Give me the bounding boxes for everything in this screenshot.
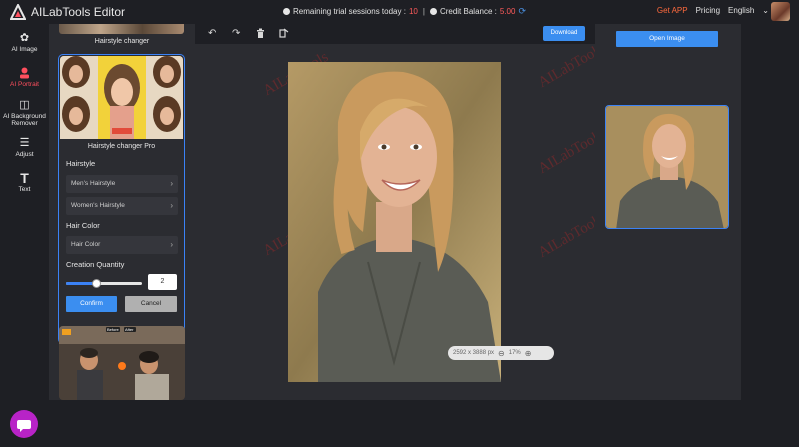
credit-label: Credit Balance :: [439, 7, 497, 16]
womens-hairstyle-select[interactable]: Women's Hairstyle ›: [66, 197, 178, 215]
watermark-text: AILabTools: [535, 211, 595, 262]
rail-item-adjust[interactable]: ☰ Adjust: [0, 137, 49, 158]
tool-rail: ✿ AI Image AI Portrait ◫ AI Background R…: [0, 24, 49, 447]
feature-panel: Hairstyle changer Hairstyle changer Pro …: [49, 24, 195, 400]
trash-icon[interactable]: [256, 28, 265, 41]
hairstyle-section-title: Hairstyle: [66, 159, 96, 168]
rail-item-label: AI Portrait: [10, 81, 39, 88]
logo[interactable]: AILabTools Editor: [10, 4, 125, 20]
editor-canvas: AILabTools AILabTools AILabTools AILabTo…: [195, 44, 595, 400]
before-after-image: [59, 326, 185, 400]
language-select[interactable]: English: [728, 6, 754, 15]
portrait-image: [288, 62, 501, 382]
avatar[interactable]: [771, 2, 790, 21]
cancel-button[interactable]: Cancel: [125, 296, 177, 312]
rail-item-label: AI Image: [11, 46, 38, 53]
logo-icon: [10, 4, 26, 20]
rail-item-text[interactable]: T Text: [0, 170, 49, 193]
before-after-card[interactable]: Before After: [59, 326, 185, 400]
hairstyle-changer-label: Hairstyle changer: [94, 38, 150, 45]
download-button[interactable]: Download: [543, 26, 585, 41]
open-image-button[interactable]: Open Image: [616, 31, 718, 47]
sessions-value: 10: [408, 7, 418, 16]
quantity-slider-handle[interactable]: [91, 279, 101, 288]
top-nav: Get APP Pricing English ⌄: [657, 6, 769, 15]
clear-icon[interactable]: [279, 28, 289, 41]
zoom-out-icon[interactable]: ⊖: [498, 349, 505, 358]
text-icon: T: [20, 170, 29, 186]
before-tag: Before: [107, 327, 119, 332]
hairstyle-collage-image: [60, 56, 183, 139]
quantity-section-title: Creation Quantity: [66, 260, 125, 269]
info-icon: [283, 8, 290, 15]
chevron-right-icon: ›: [170, 201, 173, 210]
hairstyle-pro-card: Hairstyle changer Pro Hairstyle Men's Ha…: [58, 54, 185, 344]
hairstyle-changer-card[interactable]: [59, 24, 184, 34]
editor-toolbar: ↶ ↷: [195, 24, 595, 44]
result-thumbnail[interactable]: [605, 105, 729, 229]
adjust-icon: ☰: [19, 137, 30, 149]
quantity-slider[interactable]: [66, 279, 142, 288]
zoom-bar: 2592 x 3888 px ⊖ 17% ⊕: [448, 346, 554, 360]
rail-item-label: AI Background Remover: [3, 113, 46, 127]
portrait-photo[interactable]: [288, 62, 501, 382]
mens-hairstyle-label: Men's Hairstyle: [71, 180, 116, 187]
zoom-in-icon[interactable]: ⊕: [525, 349, 532, 358]
zoom-level: 17%: [508, 350, 521, 356]
ai-image-icon: ✿: [19, 32, 30, 44]
after-tag: After: [125, 327, 134, 332]
portrait-icon: [0, 67, 49, 79]
info-icon: [429, 8, 437, 15]
undo-icon[interactable]: ↶: [208, 28, 216, 39]
pricing-link[interactable]: Pricing: [696, 6, 720, 15]
credit-value: 5.00: [499, 7, 516, 16]
image-size-label: 2592 x 3888 px: [453, 350, 495, 356]
result-preview-image: [606, 106, 728, 228]
rail-item-label: Adjust: [15, 151, 34, 158]
rail-item-ai-image[interactable]: ✿ AI Image: [0, 32, 49, 53]
quantity-input[interactable]: 2: [148, 274, 177, 290]
rail-item-label: Text: [18, 186, 31, 193]
hair-color-label: Hair Color: [71, 241, 101, 248]
womens-hairstyle-label: Women's Hairstyle: [71, 202, 125, 209]
hair-color-select[interactable]: Hair Color ›: [66, 236, 178, 254]
confirm-button[interactable]: Confirm: [66, 296, 117, 312]
watermark-text: AILabTools: [535, 127, 595, 178]
chevron-down-icon[interactable]: ⌄: [762, 6, 769, 15]
background-remover-icon: ◫: [19, 99, 30, 111]
redo-icon[interactable]: ↷: [232, 28, 240, 39]
refresh-icon[interactable]: ⟳: [518, 6, 526, 17]
app-title: AILabTools Editor: [31, 5, 126, 19]
mens-hairstyle-select[interactable]: Men's Hairstyle ›: [66, 175, 178, 193]
hairstyle-pro-thumbnail[interactable]: [60, 56, 183, 139]
hair-color-section-title: Hair Color: [66, 221, 100, 230]
top-bar: AILabTools Editor Remaining trial sessio…: [0, 0, 799, 24]
watermark-text: AILabTools: [535, 44, 595, 92]
chat-icon: [17, 420, 31, 432]
chevron-right-icon: ›: [170, 240, 173, 249]
hairstyle-pro-label: Hairstyle changer Pro: [87, 143, 156, 150]
trial-status: Remaining trial sessions today : 10 | Cr…: [283, 6, 526, 17]
chevron-right-icon: ›: [170, 179, 173, 188]
status-separator: |: [422, 7, 425, 16]
get-app-link[interactable]: Get APP: [657, 6, 688, 15]
rail-item-ai-portrait[interactable]: AI Portrait: [0, 67, 49, 88]
sessions-label: Remaining trial sessions today :: [293, 7, 406, 16]
chat-button[interactable]: [10, 410, 38, 438]
rail-item-background-remover[interactable]: ◫ AI Background Remover: [0, 99, 49, 127]
